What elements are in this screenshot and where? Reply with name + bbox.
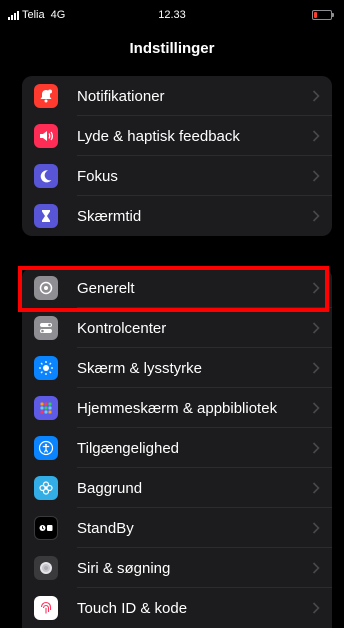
toggles-icon [34, 316, 58, 340]
settings-row-label: Fokus [77, 168, 118, 185]
siri-icon [34, 556, 58, 580]
chevron-right-icon [312, 170, 320, 182]
settings-row-siri[interactable]: Siri & søgning [22, 548, 332, 588]
bell-icon [34, 84, 58, 108]
chevron-right-icon [312, 442, 320, 454]
status-time: 12.33 [158, 9, 186, 21]
chevron-right-icon [312, 210, 320, 222]
accessibility-icon [34, 436, 58, 460]
hourglass-icon [34, 204, 58, 228]
chevron-right-icon [312, 130, 320, 142]
highlight-box [18, 266, 329, 312]
settings-row-lyde[interactable]: Lyde & haptisk feedback [22, 116, 332, 156]
moon-icon [34, 164, 58, 188]
settings-row-label: Tilgængelighed [77, 440, 180, 457]
page-title: Indstillinger [129, 40, 215, 57]
chevron-right-icon [312, 482, 320, 494]
status-bar: Telia 4G 12.33 [0, 0, 344, 30]
settings-row-skaerm[interactable]: Skærm & lysstyrke [22, 348, 332, 388]
settings-row-notifikationer[interactable]: Notifikationer [22, 76, 332, 116]
settings-row-label: Skærmtid [77, 208, 142, 225]
settings-row-kontrolcenter[interactable]: Kontrolcenter [22, 308, 332, 348]
settings-row-label: Hjemmeskærm & appbibliotek [77, 400, 278, 417]
settings-row-label: Lyde & haptisk feedback [77, 128, 240, 145]
fingerprint-icon [34, 596, 58, 620]
settings-row-label: Kontrolcenter [77, 320, 167, 337]
settings-row-fokus[interactable]: Fokus [22, 156, 332, 196]
sun-icon [34, 356, 58, 380]
grid-icon [34, 396, 58, 420]
chevron-right-icon [312, 322, 320, 334]
chevron-right-icon [312, 562, 320, 574]
chevron-right-icon [312, 522, 320, 534]
settings-row-skaermtid[interactable]: Skærmtid [22, 196, 332, 236]
settings-row-hjemmeskaerm[interactable]: Hjemmeskærm & appbibliotek [22, 388, 332, 428]
settings-row-tilgaengelighed[interactable]: Tilgængelighed [22, 428, 332, 468]
battery-icon [312, 10, 334, 20]
standby-icon [34, 516, 58, 540]
chevron-right-icon [312, 90, 320, 102]
settings-row-label: Baggrund [77, 480, 143, 497]
settings-row-baggrund[interactable]: Baggrund [22, 468, 332, 508]
settings-row-label: Siri & søgning [77, 560, 171, 577]
chevron-right-icon [312, 362, 320, 374]
settings-row-label: Skærm & lysstyrke [77, 360, 203, 377]
settings-group-2: Generelt Kontrolcenter Skærm & lysstyrke… [22, 268, 332, 628]
settings-row-label: Touch ID & kode [77, 600, 188, 617]
settings-row-label: Notifikationer [77, 88, 165, 105]
speaker-icon [34, 124, 58, 148]
settings-row-touchid[interactable]: Touch ID & kode [22, 588, 332, 628]
flower-icon [34, 476, 58, 500]
settings-row-standby[interactable]: StandBy [22, 508, 332, 548]
chevron-right-icon [312, 602, 320, 614]
chevron-right-icon [312, 402, 320, 414]
settings-group-1: Notifikationer Lyde & haptisk feedback F… [22, 76, 332, 236]
settings-row-label: StandBy [77, 520, 134, 537]
